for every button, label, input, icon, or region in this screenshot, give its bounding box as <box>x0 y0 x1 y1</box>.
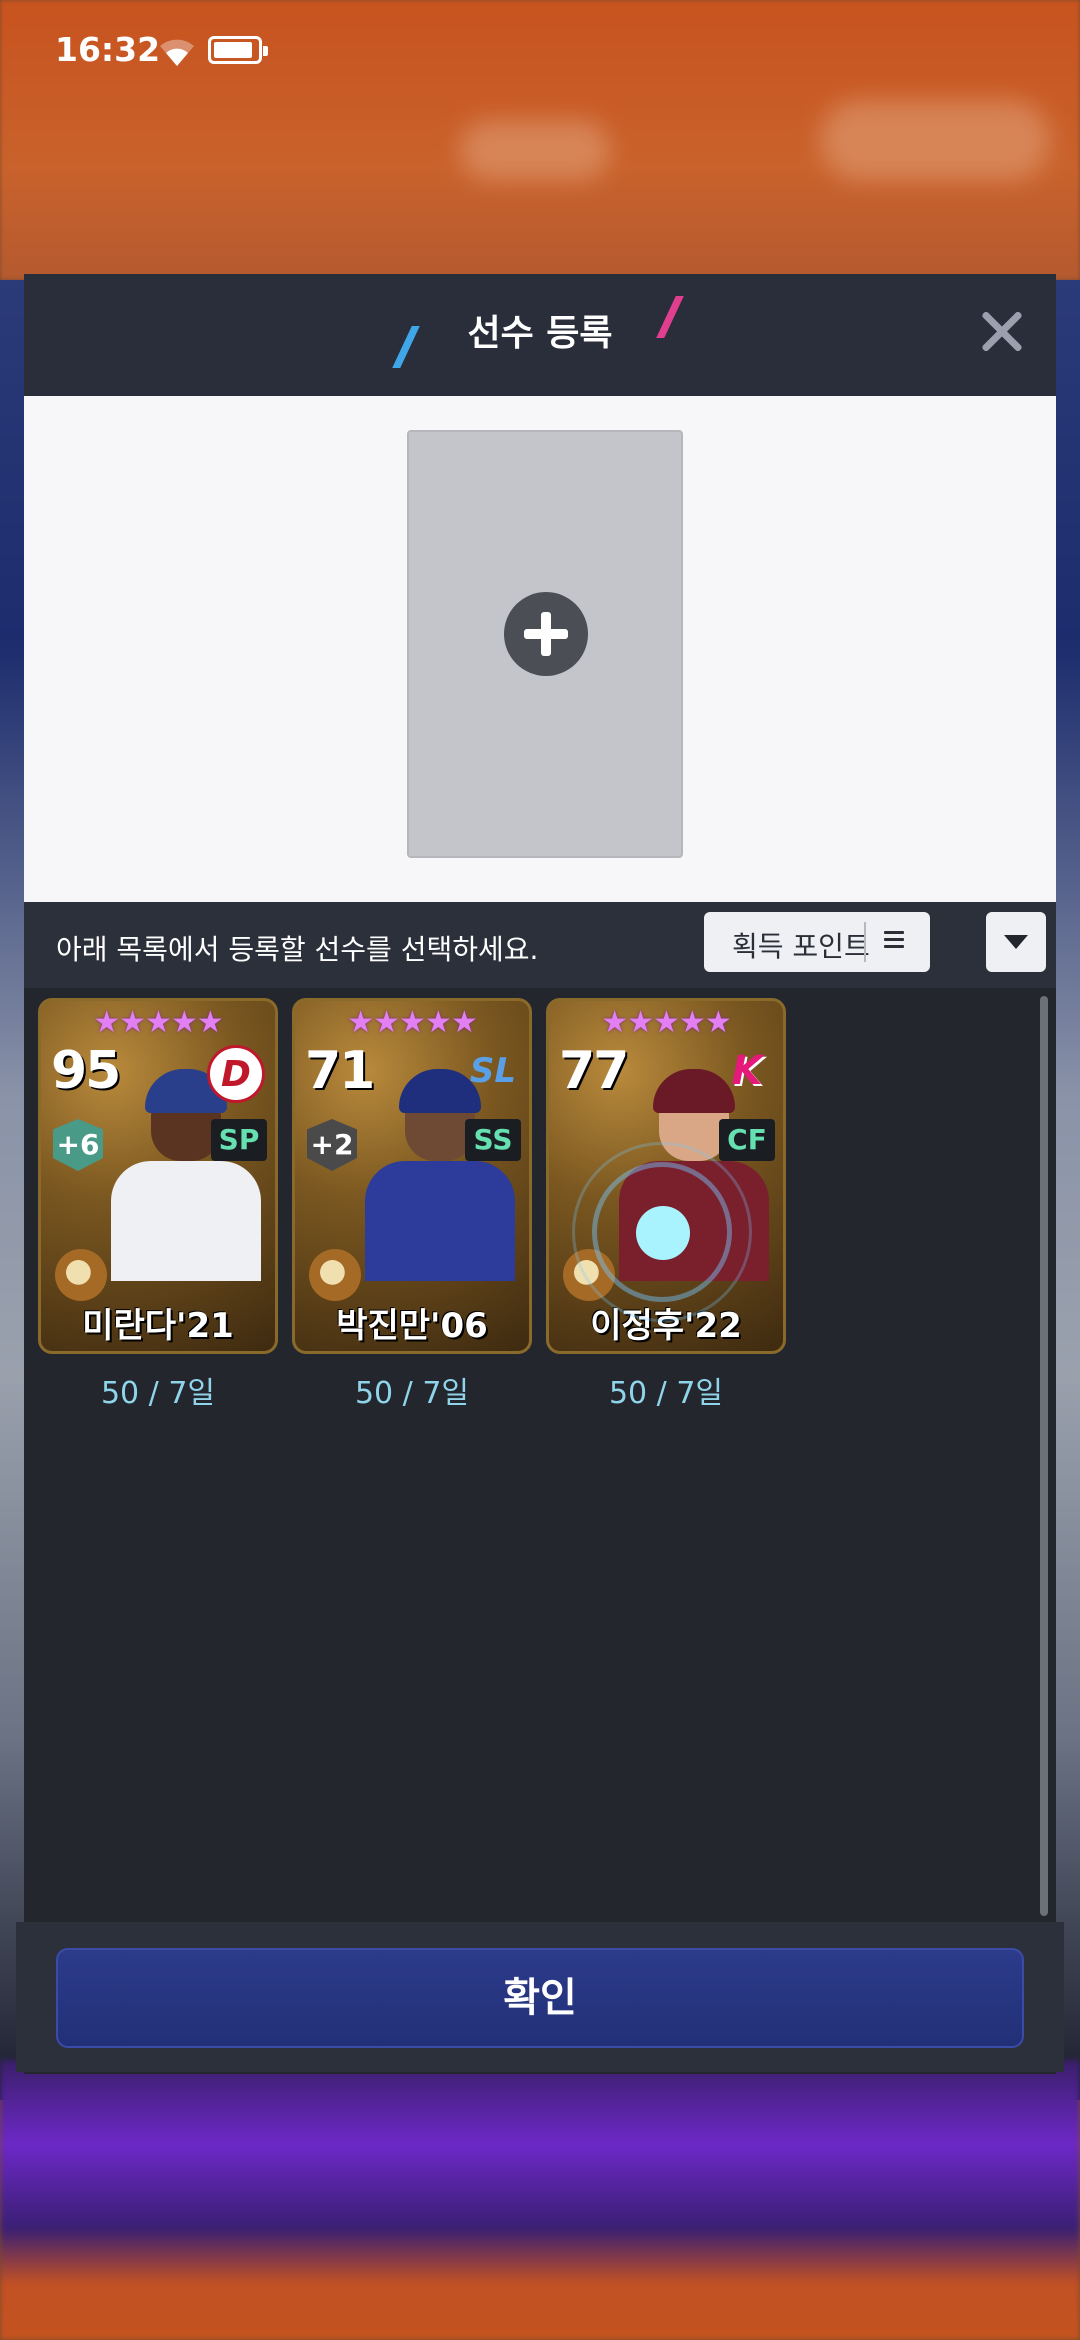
player-name: 미란다'21 <box>82 1306 234 1346</box>
dialog-footer: 확인 <box>16 1922 1064 2072</box>
player-overall: 95 <box>51 1041 121 1101</box>
glove-icon <box>55 1249 107 1301</box>
player-overall: 77 <box>559 1041 629 1101</box>
wifi-icon <box>160 39 194 66</box>
player-name: 박진만'06 <box>336 1306 488 1346</box>
team-logo: K <box>731 1048 763 1094</box>
glove-icon <box>309 1249 361 1301</box>
confirm-button[interactable]: 확인 <box>56 1948 1024 2048</box>
sort-label: 획득 포인트 <box>732 930 870 963</box>
plus-icon <box>504 592 588 676</box>
menu-icon <box>884 931 904 949</box>
close-icon[interactable] <box>962 292 1042 372</box>
position-badge: CF <box>719 1119 775 1161</box>
player-card-meta: 50 / 7일 <box>100 1376 216 1411</box>
selected-player-area <box>24 396 1056 902</box>
status-time: 16:32 <box>55 30 161 69</box>
position-badge: SP <box>211 1119 267 1161</box>
player-card[interactable]: ★★★★★ 71 SL +2 SS 박진만'06 <box>292 998 532 1354</box>
player-register-dialog: 선수 등록 아래 목록에서 등록할 선수를 선택하세요. 획득 포인트 ★★★★… <box>24 274 1056 2074</box>
sort-dropdown-button[interactable] <box>986 912 1046 972</box>
instruction-text: 아래 목록에서 등록할 선수를 선택하세요. <box>56 933 539 966</box>
star-rating: ★★★★★ <box>347 1005 477 1040</box>
player-card[interactable]: ★★★★★ 95 D +6 SP 미란다'21 <box>38 998 278 1354</box>
dialog-header: 선수 등록 <box>24 274 1056 396</box>
player-card-meta: 50 / 7일 <box>354 1376 470 1411</box>
status-bar: 16:32 <box>0 0 1080 100</box>
player-overall: 71 <box>305 1041 375 1101</box>
sort-divider <box>864 922 866 962</box>
dialog-title: 선수 등록 <box>467 313 613 354</box>
position-badge: SS <box>465 1119 521 1161</box>
team-logo: D <box>207 1045 265 1103</box>
team-logo: SL <box>469 1051 517 1091</box>
player-list: ★★★★★ 95 D +6 SP 미란다'21 50 / 7일 ★★★★★ 71… <box>24 988 1056 1918</box>
list-toolbar: 아래 목록에서 등록할 선수를 선택하세요. 획득 포인트 <box>24 902 1056 988</box>
touch-indicator <box>636 1206 690 1260</box>
boost-badge: +2 <box>307 1119 357 1171</box>
star-rating: ★★★★★ <box>601 1005 731 1040</box>
battery-icon <box>208 36 268 64</box>
scrollbar[interactable] <box>1040 996 1048 1916</box>
sort-button[interactable]: 획득 포인트 <box>704 912 930 972</box>
player-card-meta: 50 / 7일 <box>608 1376 724 1411</box>
empty-player-slot[interactable] <box>407 430 683 858</box>
background-bottom <box>0 2060 1080 2340</box>
star-rating: ★★★★★ <box>93 1005 223 1040</box>
boost-badge: +6 <box>53 1119 103 1171</box>
